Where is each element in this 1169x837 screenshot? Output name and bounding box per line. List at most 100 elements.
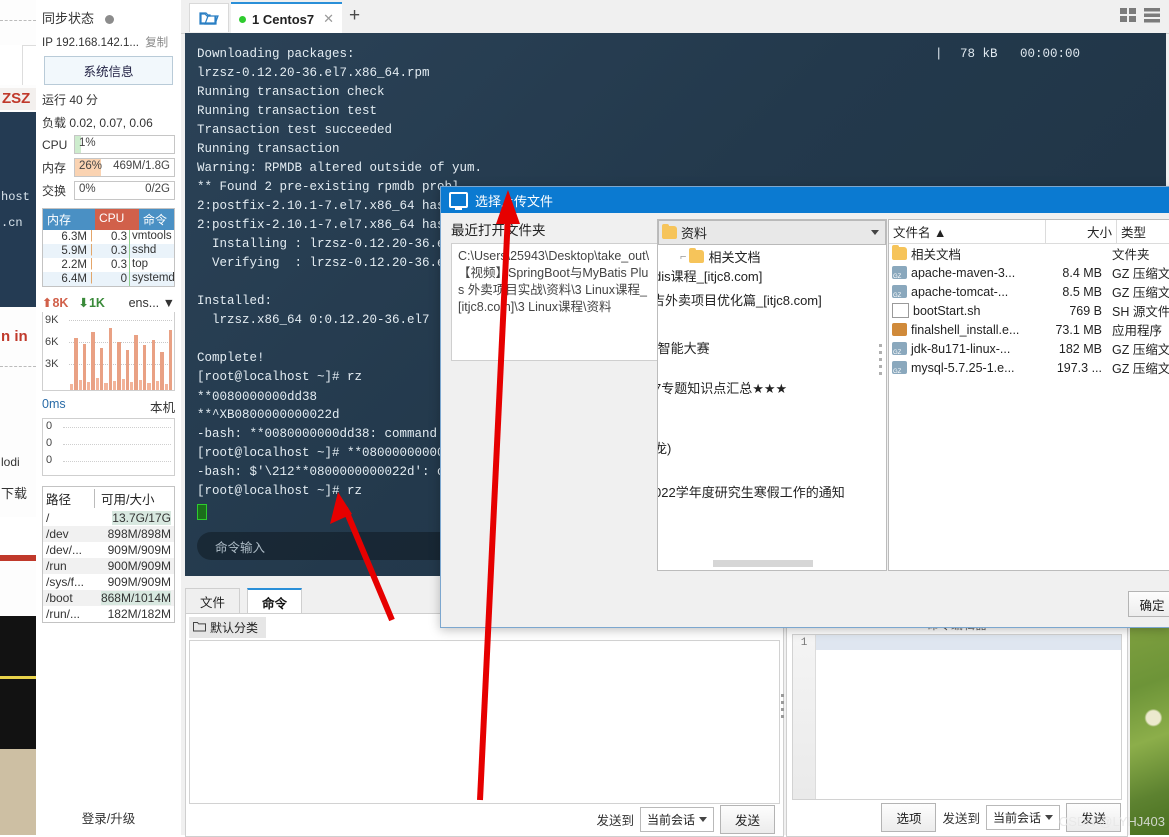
ip-row: IP 192.168.142.1... 复制 [42, 34, 181, 50]
column-header-filename[interactable]: 文件名 ▲ [889, 220, 1046, 243]
list-item[interactable]: bootStart.sh 769 B SH 源文件 [889, 301, 1169, 320]
table-row[interactable]: 2.2M | 0.3 top [43, 258, 174, 272]
disk-path: /dev [46, 527, 98, 541]
process-header-memory[interactable]: 内存 [43, 209, 95, 230]
table-row[interactable]: 5.9M | 0.3 sshd [43, 244, 174, 258]
file-size: 769 B [1040, 304, 1107, 318]
command-editor-textarea[interactable]: 1 [792, 634, 1122, 800]
process-command: systemd [129, 272, 174, 286]
table-row[interactable]: /dev 898M/898M [43, 526, 174, 542]
table-row[interactable]: / 13.7G/17G [43, 510, 174, 526]
list-item[interactable]: apache-maven-3... 8.4 MB GZ 压缩文. [889, 263, 1169, 282]
options-button[interactable]: 选项 [881, 803, 936, 832]
table-row[interactable]: /boot 868M/1014M [43, 590, 174, 606]
file-name: apache-tomcat-... [911, 285, 1008, 299]
file-list[interactable]: 文件名 ▲ 大小 类型 相关文档 文件夹 apache-maven-3... 8.4… [888, 219, 1169, 571]
network-upload-rate: ⬆8K [42, 295, 68, 310]
login-upgrade-link[interactable]: 登录/升级 [36, 808, 181, 827]
open-folder-icon[interactable] [189, 3, 229, 32]
table-row[interactable]: 6.3M | 0.3 vmtools [43, 230, 174, 244]
tree-row-ziliao[interactable]: 资料 [658, 220, 886, 245]
ip-label: IP 192.168.142.1... [42, 37, 139, 49]
send-target-select[interactable]: 当前会话 [986, 805, 1060, 830]
tree-horizontal-scrollbar[interactable] [713, 560, 813, 567]
send-to-label: 发送到 [942, 808, 980, 827]
command-editor-panel: 命令编辑器 1 选项 发送到 当前会话 发送 [786, 613, 1128, 837]
memory-meter: 内存 26% 469M/1.8G [42, 158, 175, 177]
tree-clipped-row[interactable]: ]智能大赛 [657, 338, 710, 357]
terminal-line: ** Found 2 pre-existing rpmdb probl [197, 180, 460, 194]
copy-ip-button[interactable]: 复制 [145, 37, 168, 49]
file-size: 182 MB [1040, 342, 1107, 356]
disk-header-size: 可用/大小 [94, 489, 154, 508]
list-item[interactable]: jdk-8u171-linux-... 182 MB GZ 压缩文. [889, 339, 1169, 358]
connected-status-icon [239, 16, 246, 23]
category-tab-default[interactable]: 默认分类 [189, 617, 266, 638]
terminal-line: **^XB0800000000022d [197, 408, 340, 422]
grid-view-icon[interactable] [1120, 8, 1137, 26]
tree-row-related-docs[interactable]: ⌐ 相关文档 [658, 245, 886, 268]
latency-y-tick: 0 [46, 420, 52, 432]
list-item[interactable]: mysql-5.7.25-1.e... 197.3 ... GZ 压缩文. [889, 358, 1169, 377]
terminal-line: Transaction test succeeded [197, 123, 392, 137]
tree-row-label: 相关文档 [708, 247, 760, 266]
background-strip: ZSZ host .cn n in lodi 下载 [0, 0, 36, 835]
table-row[interactable]: /dev/... 909M/909M [43, 542, 174, 558]
tree-clipped-row[interactable]: 022学年度研究生寒假工作的通知 [657, 482, 845, 501]
column-header-size[interactable]: 大小 [1046, 220, 1117, 243]
tree-clipped-row[interactable]: 龙) [657, 438, 671, 457]
file-size: 8.5 MB [1040, 285, 1107, 299]
commands-list-area[interactable] [189, 640, 780, 804]
send-target-select[interactable]: 当前会话 [640, 807, 714, 832]
list-item[interactable]: finalshell_install.e... 73.1 MB 应用程序 [889, 320, 1169, 339]
process-memory: 2.2M [43, 258, 90, 272]
swap-meter-detail: 0/2G [145, 183, 170, 195]
table-row[interactable]: /sys/f... 909M/909M [43, 574, 174, 590]
system-info-button[interactable]: 系统信息 [44, 56, 173, 85]
tab-centos7[interactable]: 1 Centos7 ✕ [231, 2, 342, 34]
disk-size: 900M/909M [98, 559, 171, 573]
network-graph: 9K 6K 3K [42, 312, 175, 391]
latency-widget: 0ms 本机 0 0 0 [42, 397, 175, 476]
column-header-type[interactable]: 类型 [1117, 220, 1169, 243]
tab-commands[interactable]: 命令 [247, 588, 302, 616]
process-header-cpu[interactable]: CPU [95, 209, 139, 230]
file-list-header: 文件名 ▲ 大小 类型 [889, 220, 1169, 244]
terminal-line: 2:postfix-2.10.1-7.el7.x86_64 has m [197, 199, 460, 213]
tab-files[interactable]: 文件 [185, 588, 240, 615]
process-command: sshd [129, 244, 174, 258]
confirm-button[interactable]: 确定 [1128, 591, 1169, 617]
network-interface-select[interactable]: ens... ▼ [129, 296, 175, 310]
disk-header-path: 路径 [46, 489, 94, 508]
command-editor-content[interactable] [816, 635, 1121, 799]
recent-folder-path[interactable]: C:\Users\25943\Desktop\take_out\【视频】Spri… [451, 243, 660, 361]
bg-fragment-host: host [1, 190, 36, 206]
table-row[interactable]: /run 900M/909M [43, 558, 174, 574]
dialog-title-bar[interactable]: 选择上传文件 [441, 187, 1169, 213]
tree-row-label: 资料 [681, 223, 707, 242]
send-button[interactable]: 发送 [720, 805, 775, 834]
list-view-icon[interactable] [1144, 8, 1161, 26]
file-name: mysql-5.7.25-1.e... [911, 361, 1015, 375]
disk-path: / [46, 511, 98, 525]
folder-tree[interactable]: 资料 ⌐ 相关文档 dis课程_[itjc8.com] 吉外卖项目优化篇_[it… [657, 219, 887, 571]
new-tab-button[interactable]: + [349, 6, 360, 25]
bg-fragment-cn: .cn [1, 216, 36, 232]
tree-clipped-row[interactable]: 吉外卖项目优化篇_[itjc8.com] [657, 290, 822, 309]
process-header-command[interactable]: 命令 [139, 209, 174, 230]
process-command: vmtools [129, 230, 174, 244]
latency-host-label: 本机 [150, 397, 175, 416]
tree-clipped-row[interactable]: dis课程_[itjc8.com] [657, 266, 762, 285]
tree-clipped-row[interactable]: 7专题知识点汇总★★★ [657, 378, 787, 397]
background-photo [1130, 622, 1169, 835]
list-item[interactable]: apache-tomcat-... 8.5 MB GZ 压缩文. [889, 282, 1169, 301]
swap-meter-label: 交换 [42, 182, 74, 199]
file-size: 8.4 MB [1040, 266, 1107, 280]
close-icon[interactable]: ✕ [323, 11, 334, 27]
table-row[interactable]: /run/... 182M/182M [43, 606, 174, 622]
table-row[interactable]: 6.4M | 0 systemd [43, 272, 174, 286]
terminal-line: lrzsz.x86_64 0:0.12.20-36.el7 [197, 313, 430, 327]
list-item[interactable]: 相关文档 文件夹 [889, 244, 1169, 263]
tree-vertical-scrollbar[interactable] [877, 340, 884, 396]
folder-icon [662, 226, 677, 239]
